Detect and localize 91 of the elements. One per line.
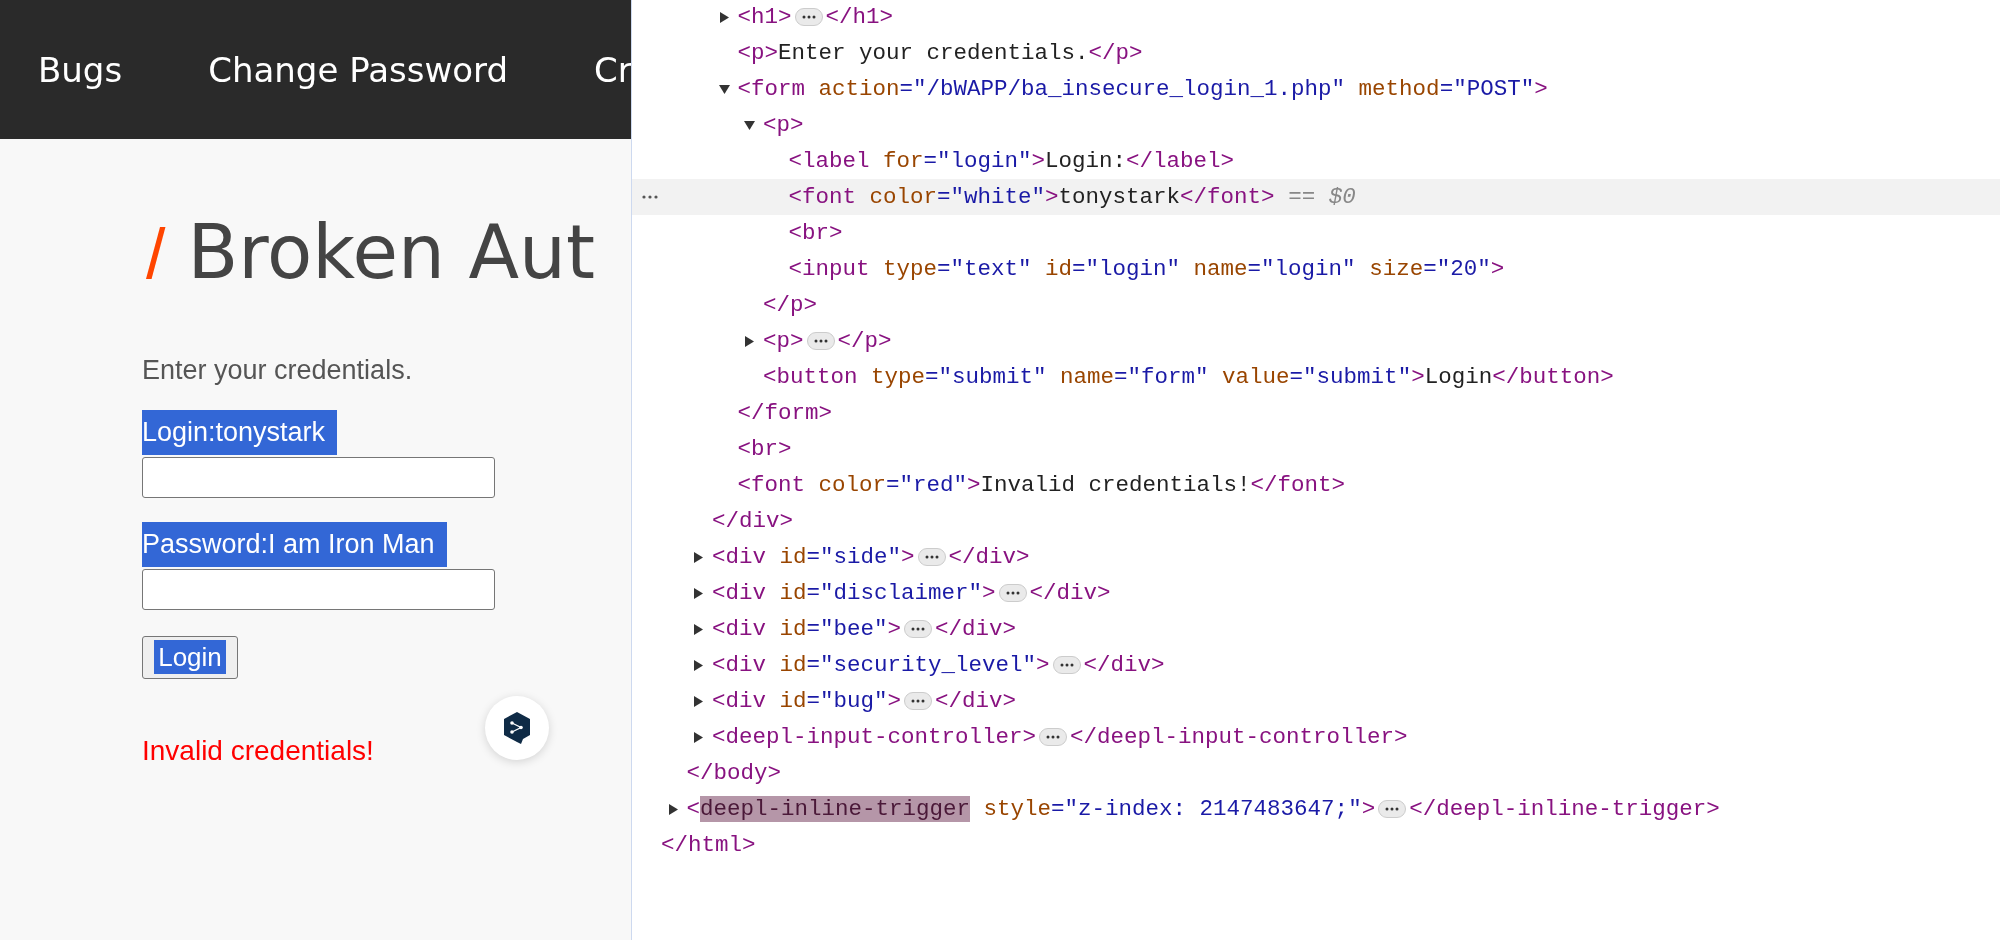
dom-row[interactable]: <form action="/bWAPP/ba_insecure_login_1.php" method="POST">: [632, 71, 2000, 107]
code-text: <div id="side">: [712, 544, 915, 570]
code-text: <div id="bee">: [712, 616, 902, 642]
code-text: </body>: [686, 760, 781, 786]
field-label: Login:tonystark: [142, 410, 338, 455]
code-text: <form action="/bWAPP/ba_insecure_login_1.php" method="POST">: [737, 76, 1548, 102]
hexagon-share-icon: [503, 711, 531, 745]
code-text: <br>: [788, 220, 843, 246]
code-text: </form>: [737, 400, 832, 426]
ellipsis-icon[interactable]: [1039, 728, 1068, 746]
code-text: <br>: [737, 436, 792, 462]
code-text: <p>: [763, 328, 804, 354]
dom-row[interactable]: <font color="red">Invalid credentials!</font>: [632, 467, 2000, 503]
code-text: </p>: [837, 328, 892, 354]
collapse-arrow-icon[interactable]: [718, 83, 730, 95]
translate-bubble[interactable]: [485, 696, 549, 760]
nav-link[interactable]: Bugs: [38, 49, 123, 90]
dom-row[interactable]: <deepl-inline-trigger style="z-index: 2147483647;"> </deepl-inline-trigger>: [632, 791, 2000, 827]
dom-row[interactable]: </div>: [632, 503, 2000, 539]
code-text: </div>: [948, 544, 1030, 570]
heading-slash: /: [145, 214, 167, 295]
code-text: <font color="red">Invalid credentials!</font>: [737, 472, 1346, 498]
dom-row[interactable]: <br>: [632, 431, 2000, 467]
code-text: <div id="disclaimer">: [712, 580, 996, 606]
page-heading: Broken Aut: [187, 209, 595, 295]
dom-row[interactable]: <p> </p>: [632, 323, 2000, 359]
dom-row[interactable]: </body>: [632, 755, 2000, 791]
ellipsis-icon[interactable]: [917, 548, 946, 566]
code-text: <deepl-inline-trigger style="z-index: 2147483647;">: [686, 796, 1376, 822]
code-text: <font color="white">tonystark</font> == $0: [788, 184, 1356, 210]
code-text: </p>: [763, 292, 817, 318]
expand-arrow-icon[interactable]: [693, 623, 704, 635]
code-text: <h1>: [737, 4, 792, 30]
code-text: <input type="text" id="login" name="login" size="20">: [788, 256, 1505, 282]
code-text: </div>: [935, 688, 1017, 714]
expand-arrow-icon[interactable]: [744, 335, 755, 347]
code-text: <button type="submit" name="form" value="submit">Login</button>: [763, 364, 1614, 390]
code-text: <div id="security_level">: [712, 652, 1050, 678]
code-text: </div>: [1083, 652, 1165, 678]
ellipsis-icon[interactable]: [794, 8, 823, 26]
expand-arrow-icon[interactable]: [693, 551, 704, 563]
code-text: <div id="bug">: [712, 688, 902, 714]
ellipsis-icon[interactable]: [1052, 656, 1081, 674]
ellipsis-icon[interactable]: [904, 620, 933, 638]
dom-row[interactable]: <p>Enter your credentials.</p>: [632, 35, 2000, 71]
dom-row[interactable]: <deepl-input-controller> </deepl-input-controller>: [632, 719, 2000, 755]
intro-text: Enter your credentials.: [142, 355, 414, 386]
dom-row[interactable]: <div id="bug"> </div>: [632, 683, 2000, 719]
ellipsis-icon[interactable]: [904, 692, 933, 710]
dom-row[interactable]: <div id="security_level"> </div>: [632, 647, 2000, 683]
collapse-arrow-icon[interactable]: [744, 119, 755, 131]
expand-arrow-icon[interactable]: [693, 731, 704, 743]
code-text: <p>: [763, 112, 804, 138]
code-text: </div>: [935, 616, 1017, 642]
code-text: <p>Enter your credentials.</p>: [737, 40, 1143, 66]
code-text: <deepl-input-controller>: [712, 724, 1037, 750]
field-label: Password:I am Iron Man: [142, 522, 447, 567]
dom-row[interactable]: <input type="text" id="login" name="login" size="20">: [632, 251, 2000, 287]
code-text: </html>: [661, 832, 756, 858]
code-text: </deepl-input-controller>: [1070, 724, 1408, 750]
dom-row[interactable]: <div id="side"> </div>: [632, 539, 2000, 575]
input-field[interactable]: [142, 457, 495, 498]
dom-row[interactable]: <div id="disclaimer"> </div>: [632, 575, 2000, 611]
code-text: <label for="login">Login:</label>: [788, 148, 1235, 174]
expand-arrow-icon[interactable]: [693, 587, 704, 599]
more-options-icon[interactable]: [642, 195, 658, 199]
dom-row[interactable]: <label for="login">Login:</label>: [632, 143, 2000, 179]
code-text: </div>: [712, 508, 793, 534]
dom-row[interactable]: </p>: [632, 287, 2000, 323]
expand-arrow-icon[interactable]: [718, 11, 730, 23]
code-text: </h1>: [825, 4, 894, 30]
input-field[interactable]: [142, 569, 495, 610]
dom-row[interactable]: </form>: [632, 395, 2000, 431]
dom-row[interactable]: <br>: [632, 215, 2000, 251]
error-message: Invalid credentials!: [142, 735, 374, 767]
ellipsis-icon[interactable]: [1378, 800, 1407, 818]
login-button[interactable]: Login: [142, 636, 238, 679]
dom-row[interactable]: <button type="submit" name="form" value="submit">Login</button>: [632, 359, 2000, 395]
dom-row[interactable]: <font color="white">tonystark</font> == $0: [632, 179, 2000, 215]
expand-arrow-icon[interactable]: [693, 695, 704, 707]
code-text: </div>: [1029, 580, 1111, 606]
ellipsis-icon[interactable]: [806, 332, 835, 350]
dom-row[interactable]: <h1> </h1>: [632, 0, 2000, 35]
nav-link[interactable]: Change Password: [208, 49, 508, 90]
code-text: </deepl-inline-trigger>: [1409, 796, 1720, 822]
dom-row[interactable]: <div id="bee"> </div>: [632, 611, 2000, 647]
ellipsis-icon[interactable]: [998, 584, 1027, 602]
dom-row[interactable]: </html>: [632, 827, 2000, 863]
expand-arrow-icon[interactable]: [667, 803, 679, 815]
dom-row[interactable]: <p>: [632, 107, 2000, 143]
expand-arrow-icon[interactable]: [693, 659, 704, 671]
